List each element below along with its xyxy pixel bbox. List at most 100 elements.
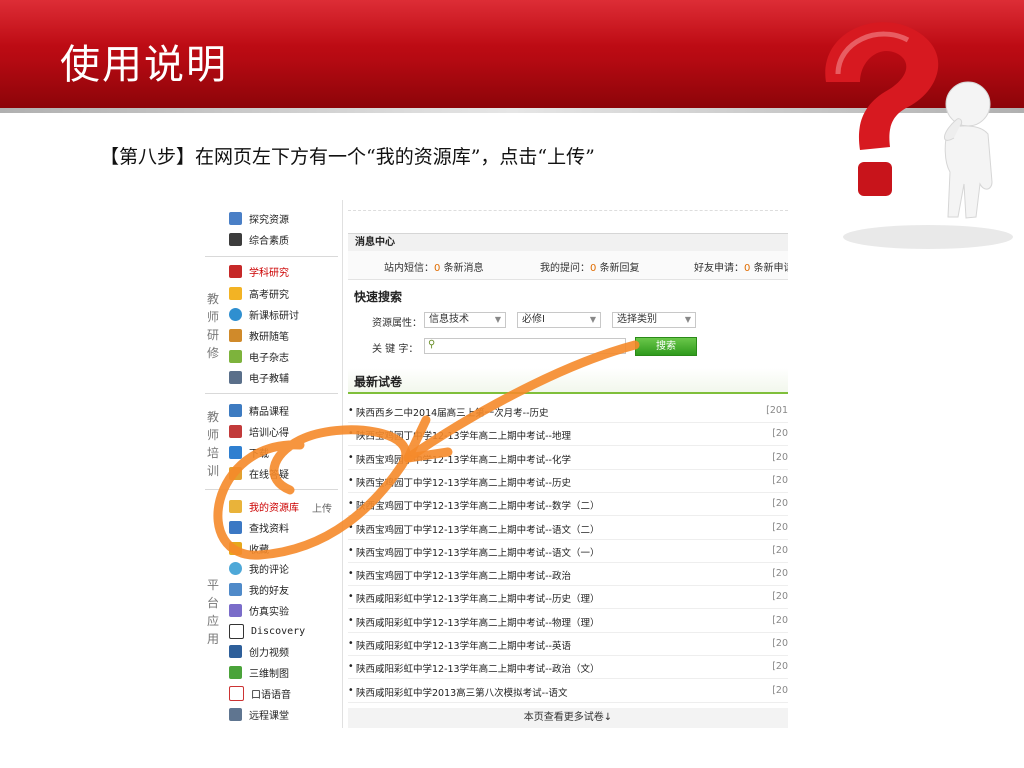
paper-title[interactable]: 陕西咸阳彩虹中学12-13学年高二上期中考试--政治（文） [356,661,599,675]
sidebar-item-video[interactable]: 创力视频 [229,641,289,661]
paper-title[interactable]: 陕西咸阳彩虹中学12-13学年高二上期中考试--物理（理） [356,615,599,629]
sms-status[interactable]: 站内短信：0 条新消息 [384,259,484,274]
sidebar-item-e-tutoring[interactable]: 电子教辅 [229,367,289,387]
latest-papers-title: 最新试卷 [354,375,403,389]
grid-icon [229,232,242,246]
paper-row[interactable]: • 陕西宝鸡园丁中学12-13学年高二上期中考试--语文（一） [20 [348,540,788,563]
friend-request-status[interactable]: 好友申请：0 条新申请 [694,259,788,274]
paper-title[interactable]: 陕西宝鸡园丁中学12-13学年高二上期中考试--化学 [356,452,571,466]
paper-row[interactable]: • 陕西咸阳彩虹中学12-13学年高二上期中考试--物理（理） [20 [348,610,788,633]
paper-title[interactable]: 陕西宝鸡园丁中学12-13学年高二上期中考试--政治 [356,568,571,582]
group-label-research: 教师研修 [207,292,220,360]
sidebar-divider [205,256,338,257]
sidebar-item-explore-resources[interactable]: 探究资源 [229,208,289,228]
quick-search-title: 快速搜索 [354,290,403,304]
sidebar-item-discovery[interactable]: Discovery [229,621,305,641]
paper-date: [20 [772,428,788,440]
search-icon [229,520,242,534]
latest-papers-header: 最新试卷 [348,368,788,394]
left-sidebar: 探究资源 综合素质 教师研修 学科研究 高考研究 新课标研讨 教研随笔 电子杂志… [203,200,340,728]
sidebar-item-label: 口语语音 [251,689,291,701]
paper-date: [20 [772,614,788,626]
paper-title[interactable]: 陕西西乡二中2014届高三上第一次月考--历史 [356,405,549,419]
paper-title[interactable]: 陕西咸阳彩虹中学2013高三第八次模拟考试--语文 [356,685,568,699]
bullet-icon: • [348,498,354,510]
sms-count: 0 [434,263,441,274]
paper-date: [20 [772,568,788,580]
question-status[interactable]: 我的提问：0 条新回复 [540,259,640,274]
paper-date: [201 [766,405,788,416]
group-label-training: 教师培训 [207,410,220,478]
paper-row[interactable]: • 陕西宝鸡园丁中学12-13学年高二上期中考试--地理 [20 [348,423,788,447]
sidebar-item-oral-voice[interactable]: 口语语音 [229,683,291,703]
sidebar-item-training-notes[interactable]: 培训心得 [229,421,289,441]
paper-row[interactable]: • 陕西咸阳彩虹中学2013高三第八次模拟考试--语文 [20 [348,680,788,703]
more-papers-link[interactable]: 本页查看更多试卷↓ [348,708,788,728]
keyword-input[interactable]: ⚲ [424,338,626,354]
sidebar-item-quality[interactable]: 综合素质 [229,229,289,249]
upload-link[interactable]: 上传 [312,500,332,515]
sidebar-item-remote-class[interactable]: 远程课堂 [229,704,289,724]
module-select-value: 必修Ⅰ [522,314,545,325]
sidebar-item-label: 我的资源库 [249,502,299,514]
sidebar-item-label: 高考研究 [249,289,289,301]
bullet-icon: • [348,428,354,440]
group-label-platform: 平台应用 [207,578,220,646]
sidebar-item-label: 培训心得 [249,427,289,439]
paper-row[interactable]: • 陕西宝鸡园丁中学12-13学年高二上期中考试--政治 [20 [348,563,788,587]
sidebar-item-curriculum[interactable]: 新课标研讨 [229,304,299,324]
paper-row[interactable]: • 陕西咸阳彩虹中学12-13学年高二上期中考试--政治（文） [20 [348,656,788,680]
subject-select[interactable]: 信息技术 ▼ [424,312,506,328]
lab-icon [229,603,242,617]
paper-row[interactable]: • 陕西咸阳彩虹中学12-13学年高二上期中考试--英语 [20 [348,633,788,656]
video-icon [229,644,242,658]
paper-date: [20 [772,544,788,556]
sidebar-border [342,200,343,728]
paper-row[interactable]: • 陕西宝鸡园丁中学12-13学年高二上期中考试--历史 [20 [348,470,788,493]
sidebar-item-courses[interactable]: 精品课程 [229,400,289,420]
question-label: 我的提问： [540,263,590,274]
paper-title[interactable]: 陕西宝鸡园丁中学12-13学年高二上期中考试--语文（二） [356,522,599,536]
paper-date: [20 [772,451,788,463]
paper-row[interactable]: • 陕西西乡二中2014届高三上第一次月考--历史 [201 [348,400,788,423]
sidebar-item-my-library[interactable]: 我的资源库 [229,496,299,516]
sidebar-item-label: 我的好友 [249,585,289,597]
paper-row[interactable]: • 陕西咸阳彩虹中学12-13学年高二上期中考试--历史（理） [20 [348,586,788,610]
sidebar-item-magazine[interactable]: 电子杂志 [229,346,289,366]
paper-date: [20 [772,684,788,696]
sidebar-item-download[interactable]: 下载 [229,442,269,462]
sidebar-item-favorites[interactable]: 收藏 [229,538,269,558]
paper-title[interactable]: 陕西咸阳彩虹中学12-13学年高二上期中考试--英语 [356,638,571,652]
magazine-icon [229,349,242,363]
sidebar-item-label: 仿真实验 [249,606,289,618]
friend-suffix: 条新申请 [753,263,788,274]
sidebar-item-simulation[interactable]: 仿真实验 [229,600,289,620]
paper-row[interactable]: • 陕西宝鸡园丁中学12-13学年高二上期中考试--化学 [20 [348,447,788,470]
sidebar-item-3d-drawing[interactable]: 三维制图 [229,662,289,682]
paper-title[interactable]: 陕西宝鸡园丁中学12-13学年高二上期中考试--语文（一） [356,545,599,559]
paper-row[interactable]: • 陕西宝鸡园丁中学12-13学年高二上期中考试--数学（二） [20 [348,493,788,517]
sidebar-item-exam-research[interactable]: 高考研究 [229,283,289,303]
slide-title: 使用说明 [60,42,228,88]
search-button[interactable]: 搜索 [635,337,697,356]
sidebar-item-my-friends[interactable]: 我的好友 [229,579,289,599]
question-suffix: 条新回复 [599,263,640,274]
module-select[interactable]: 必修Ⅰ ▼ [517,312,601,328]
sidebar-item-label: 查找资料 [249,523,289,535]
sidebar-item-my-comments[interactable]: 我的评论 [229,558,289,578]
sidebar-item-subject-research[interactable]: 学科研究 [229,261,289,281]
sidebar-item-notes[interactable]: 教研随笔 [229,325,289,345]
paper-title[interactable]: 陕西宝鸡园丁中学12-13学年高二上期中考试--地理 [356,428,571,442]
category-select[interactable]: 选择类别 ▼ [612,312,696,328]
sidebar-item-find-materials[interactable]: 查找资料 [229,517,289,537]
paper-row[interactable]: • 陕西宝鸡园丁中学12-13学年高二上期中考试--语文（二） [20 [348,517,788,540]
sidebar-item-label: 远程课堂 [249,710,289,722]
sidebar-item-label: 教研随笔 [249,331,289,343]
paper-title[interactable]: 陕西咸阳彩虹中学12-13学年高二上期中考试--历史（理） [356,591,599,605]
sidebar-item-label: 电子杂志 [249,352,289,364]
paper-title[interactable]: 陕西宝鸡园丁中学12-13学年高二上期中考试--历史 [356,475,571,489]
sms-label: 站内短信： [384,263,434,274]
paper-date: [20 [772,498,788,510]
paper-title[interactable]: 陕西宝鸡园丁中学12-13学年高二上期中考试--数学（二） [356,498,599,512]
sidebar-item-online-qa[interactable]: 在线答疑 [229,463,289,483]
